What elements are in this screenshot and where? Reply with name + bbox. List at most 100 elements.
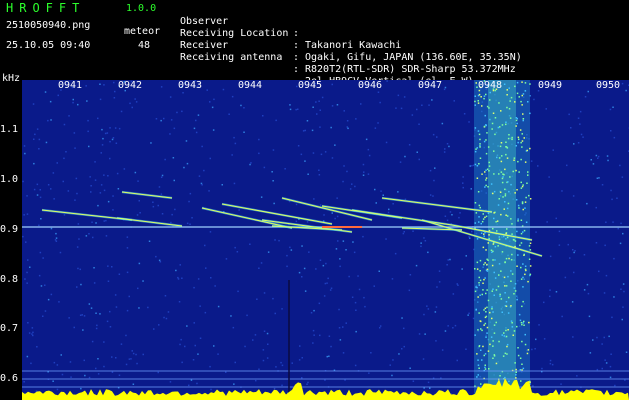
- noise-speckle: [50, 227, 53, 230]
- noise-speckle: [624, 379, 626, 381]
- noise-speckle: [443, 88, 446, 91]
- noise-speckle: [126, 309, 129, 312]
- noise-speckle: [160, 176, 163, 178]
- noise-band-speckle: [488, 165, 491, 167]
- noise-speckle: [331, 83, 333, 86]
- noise-speckle: [605, 221, 607, 223]
- noise-band-speckle: [489, 99, 491, 101]
- noise-speckle: [96, 324, 98, 327]
- noise-band-speckle: [477, 100, 479, 102]
- noise-band-speckle: [505, 305, 508, 307]
- noise-speckle: [587, 90, 589, 93]
- noise-speckle: [354, 185, 356, 188]
- hrofft-window: HROFFT 1.0.0 2510050940.png 25.10.05 09:…: [0, 0, 629, 400]
- noise-band-speckle: [494, 117, 497, 119]
- noise-speckle: [77, 267, 79, 270]
- noise-speckle: [74, 147, 76, 149]
- y-tick-label: 0.8: [0, 274, 19, 285]
- noise-speckle: [605, 362, 608, 364]
- noise-band-speckle: [516, 325, 518, 328]
- noise-speckle: [50, 119, 52, 121]
- noise-speckle: [312, 342, 314, 344]
- noise-band-speckle: [479, 279, 482, 282]
- noise-speckle: [337, 240, 339, 242]
- noise-speckle: [619, 242, 622, 245]
- noise-band-speckle: [528, 258, 531, 260]
- noise-speckle: [209, 365, 211, 368]
- noise-speckle: [441, 349, 444, 351]
- noise-speckle: [609, 365, 612, 368]
- noise-speckle: [212, 129, 215, 131]
- noise-speckle: [598, 177, 600, 179]
- noise-speckle: [199, 337, 202, 339]
- x-tick-label: 0950: [596, 80, 621, 91]
- noise-speckle: [567, 243, 569, 246]
- noise-speckle: [80, 387, 82, 390]
- noise-band-speckle: [504, 193, 507, 195]
- noise-band-speckle: [484, 307, 487, 310]
- noise-speckle: [185, 140, 188, 142]
- noise-speckle: [55, 240, 58, 242]
- noise-speckle: [130, 358, 132, 360]
- noise-speckle: [613, 136, 616, 139]
- noise-band-speckle: [491, 308, 493, 310]
- info-value: R820T2(RTL-SDR) SDR-Sharp 53.372MHz: [305, 64, 516, 75]
- noise-band-speckle: [494, 259, 496, 261]
- noise-band-speckle: [487, 242, 489, 244]
- noise-speckle: [210, 388, 212, 391]
- noise-band-speckle: [518, 138, 520, 141]
- noise-speckle: [449, 258, 451, 261]
- noise-speckle: [610, 353, 612, 355]
- noise-band-speckle: [504, 292, 506, 294]
- noise-speckle: [32, 103, 35, 105]
- noise-band-speckle: [476, 147, 478, 149]
- noise-speckle: [178, 301, 181, 303]
- noise-speckle: [382, 194, 384, 196]
- noise-speckle: [273, 387, 276, 390]
- noise-speckle: [401, 317, 403, 319]
- noise-band-speckle: [478, 133, 481, 136]
- noise-speckle: [306, 383, 308, 385]
- noise-speckle: [583, 254, 586, 256]
- noise-band-speckle: [480, 320, 482, 323]
- noise-speckle: [189, 223, 191, 225]
- x-tick-label: 0947: [418, 80, 443, 91]
- noise-speckle: [39, 189, 41, 191]
- noise-speckle: [68, 115, 70, 117]
- noise-speckle: [315, 101, 317, 103]
- noise-speckle: [580, 133, 583, 136]
- noise-band-speckle: [483, 97, 485, 100]
- noise-speckle: [394, 252, 397, 255]
- noise-band-speckle: [500, 213, 502, 216]
- noise-band-speckle: [486, 268, 489, 271]
- noise-speckle: [132, 352, 135, 355]
- noise-speckle: [161, 174, 164, 177]
- noise-band-speckle: [488, 161, 490, 164]
- x-tick-label: 0945: [298, 80, 323, 91]
- noise-speckle: [601, 184, 604, 186]
- noise-speckle: [409, 367, 411, 369]
- noise-speckle: [183, 166, 185, 169]
- noise-speckle: [169, 381, 172, 383]
- noise-speckle: [22, 235, 24, 238]
- noise-band-speckle: [511, 233, 513, 235]
- noise-speckle: [392, 203, 394, 205]
- noise-speckle: [109, 127, 111, 129]
- noise-speckle: [592, 163, 595, 165]
- noise-band-speckle: [491, 306, 493, 308]
- noise-speckle: [370, 352, 372, 354]
- noise-speckle: [398, 353, 400, 355]
- noise-band-speckle: [478, 367, 480, 369]
- noise-band-speckle: [491, 290, 493, 292]
- noise-speckle: [295, 220, 298, 223]
- noise-band-speckle: [483, 125, 486, 128]
- noise-band-speckle: [479, 206, 481, 209]
- noise-speckle: [49, 100, 52, 103]
- noise-speckle: [561, 315, 563, 318]
- noise-band-speckle: [474, 268, 476, 270]
- noise-speckle: [75, 177, 78, 180]
- noise-speckle: [342, 240, 345, 242]
- noise-speckle: [87, 130, 89, 133]
- noise-speckle: [23, 381, 25, 383]
- noise-speckle: [77, 103, 79, 106]
